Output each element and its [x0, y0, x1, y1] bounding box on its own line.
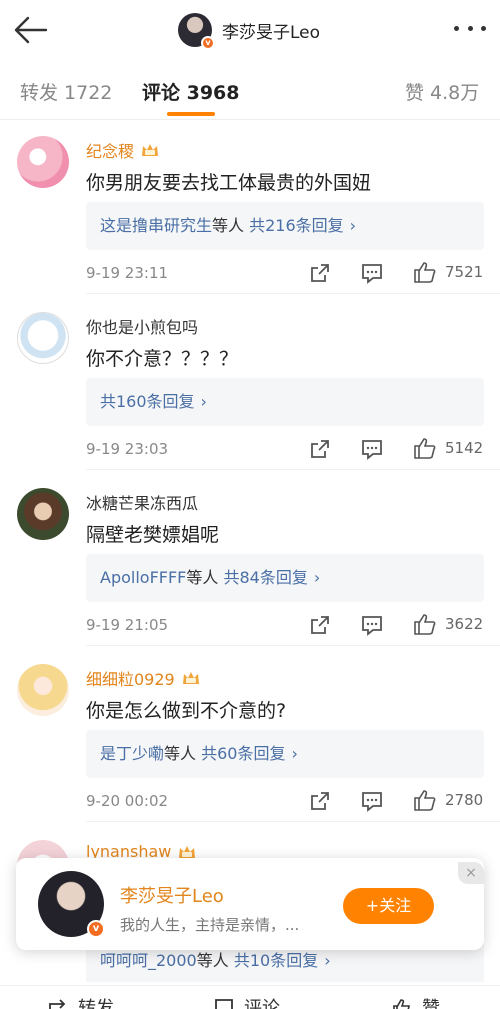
divider [86, 821, 500, 822]
tab-repost[interactable]: 转发 1722 [20, 78, 112, 105]
tab-bar: 转发 1722 评论 3968 赞 4.8万 [0, 60, 500, 120]
comment-time: 9-19 23:03 [86, 440, 169, 458]
back-arrow-icon[interactable] [12, 14, 48, 46]
bottom-action-bar: 转发 评论 赞 [0, 985, 500, 1009]
like-button[interactable]: 2780 [413, 789, 483, 811]
comment-button[interactable]: 评论 [214, 994, 280, 1009]
avatar[interactable] [17, 312, 69, 364]
comment-icon[interactable] [361, 438, 383, 460]
comment-time: 9-19 23:11 [86, 264, 169, 282]
divider [86, 469, 500, 470]
share-icon[interactable] [309, 262, 331, 284]
comment-author[interactable]: 冰糖芒果冻西瓜 [86, 490, 198, 514]
like-button[interactable]: 赞 [392, 994, 440, 1009]
chevron-right-icon: › [324, 951, 331, 970]
avatar[interactable] [17, 664, 69, 716]
divider [86, 293, 500, 294]
comment-icon[interactable] [361, 262, 383, 284]
active-tab-indicator [167, 112, 215, 116]
comment-text: 隔壁老樊嫖娼呢 [86, 524, 220, 546]
comment-icon[interactable] [361, 790, 383, 812]
close-icon[interactable]: × [458, 862, 484, 884]
popup-bio: 我的人生，主持是亲情，... [120, 916, 300, 934]
verified-badge-icon: v [201, 36, 215, 50]
page-title: 李莎旻子Leo [222, 22, 321, 43]
reply-summary[interactable]: ApolloFFFF等人 共84条回复 › [86, 554, 484, 602]
avatar[interactable] [17, 136, 69, 188]
tab-comments[interactable]: 评论 3968 [142, 78, 240, 105]
popup-name[interactable]: 李莎旻子Leo [120, 882, 224, 908]
comment-icon[interactable] [361, 614, 383, 636]
comment-time: 9-19 21:05 [86, 616, 169, 634]
chevron-right-icon: › [291, 744, 298, 763]
comment-author[interactable]: 细细粒0929 [86, 666, 201, 690]
divider [86, 645, 500, 646]
like-count: 5142 [445, 439, 484, 457]
thumbs-up-icon [414, 790, 436, 811]
reply-summary[interactable]: 共160条回复 › [86, 378, 484, 426]
chevron-right-icon: › [349, 216, 357, 235]
avatar[interactable] [17, 488, 69, 540]
profile-title[interactable]: v 李莎旻子Leo [178, 12, 321, 50]
follow-button[interactable]: +关注 [343, 888, 434, 924]
reply-summary[interactable]: 这是撸串研究生等人 共216条回复 › [86, 202, 484, 250]
thumbs-up-icon [414, 438, 436, 459]
like-count: 7521 [445, 263, 484, 281]
list-item: 你也是小煎包吗 你不介意？？？？ 共160条回复 › 9-19 23:03 514… [0, 298, 500, 470]
repost-icon [49, 999, 66, 1009]
comment-icon [215, 999, 233, 1009]
comment-time: 9-20 00:02 [86, 792, 169, 810]
comment-author[interactable]: 纪念稷 [86, 138, 160, 162]
comment-author[interactable]: 你也是小煎包吗 [86, 314, 198, 338]
chevron-right-icon: › [313, 568, 321, 587]
like-button[interactable]: 7521 [413, 261, 483, 283]
comment-text: 你是怎么做到不介意的? [86, 700, 287, 722]
avatar[interactable]: v [38, 871, 105, 938]
follow-popup: v 李莎旻子Leo 我的人生，主持是亲情，... +关注 [16, 858, 484, 950]
thumbs-up-icon [414, 262, 436, 283]
crown-icon [182, 672, 199, 684]
like-button[interactable]: 5142 [413, 437, 483, 459]
comment-text: 你不介意？？？？ [86, 348, 239, 370]
chevron-right-icon: › [200, 392, 207, 411]
like-button[interactable]: 3622 [413, 613, 483, 635]
share-icon[interactable] [309, 614, 331, 636]
like-count: 3622 [445, 615, 484, 633]
top-bar: v 李莎旻子Leo [0, 0, 500, 60]
share-icon[interactable] [309, 438, 331, 460]
thumbs-up-icon [393, 999, 410, 1009]
list-item: 纪念稷 你男朋友要去找工体最贵的外国妞 这是撸串研究生等人 共216条回复 › 9… [0, 122, 500, 294]
more-options-icon[interactable] [454, 22, 486, 34]
list-item: 细细粒0929 你是怎么做到不介意的? 是丁少嘞等人 共60条回复 › 9-20 … [0, 650, 500, 822]
share-icon[interactable] [309, 790, 331, 812]
verified-badge-icon: v [87, 920, 105, 938]
avatar[interactable]: v [178, 13, 215, 50]
reply-summary[interactable]: 是丁少嘞等人 共60条回复 › [86, 730, 484, 778]
like-count: 2780 [445, 791, 484, 809]
crown-icon [142, 144, 159, 156]
repost-button[interactable]: 转发 [48, 994, 114, 1009]
list-item: 冰糖芒果冻西瓜 隔壁老樊嫖娼呢 ApolloFFFF等人 共84条回复 › 9-1… [0, 474, 500, 646]
comment-text: 你男朋友要去找工体最贵的外国妞 [86, 172, 372, 194]
tab-likes[interactable]: 赞 4.8万 [405, 78, 479, 105]
thumbs-up-icon [414, 614, 436, 635]
